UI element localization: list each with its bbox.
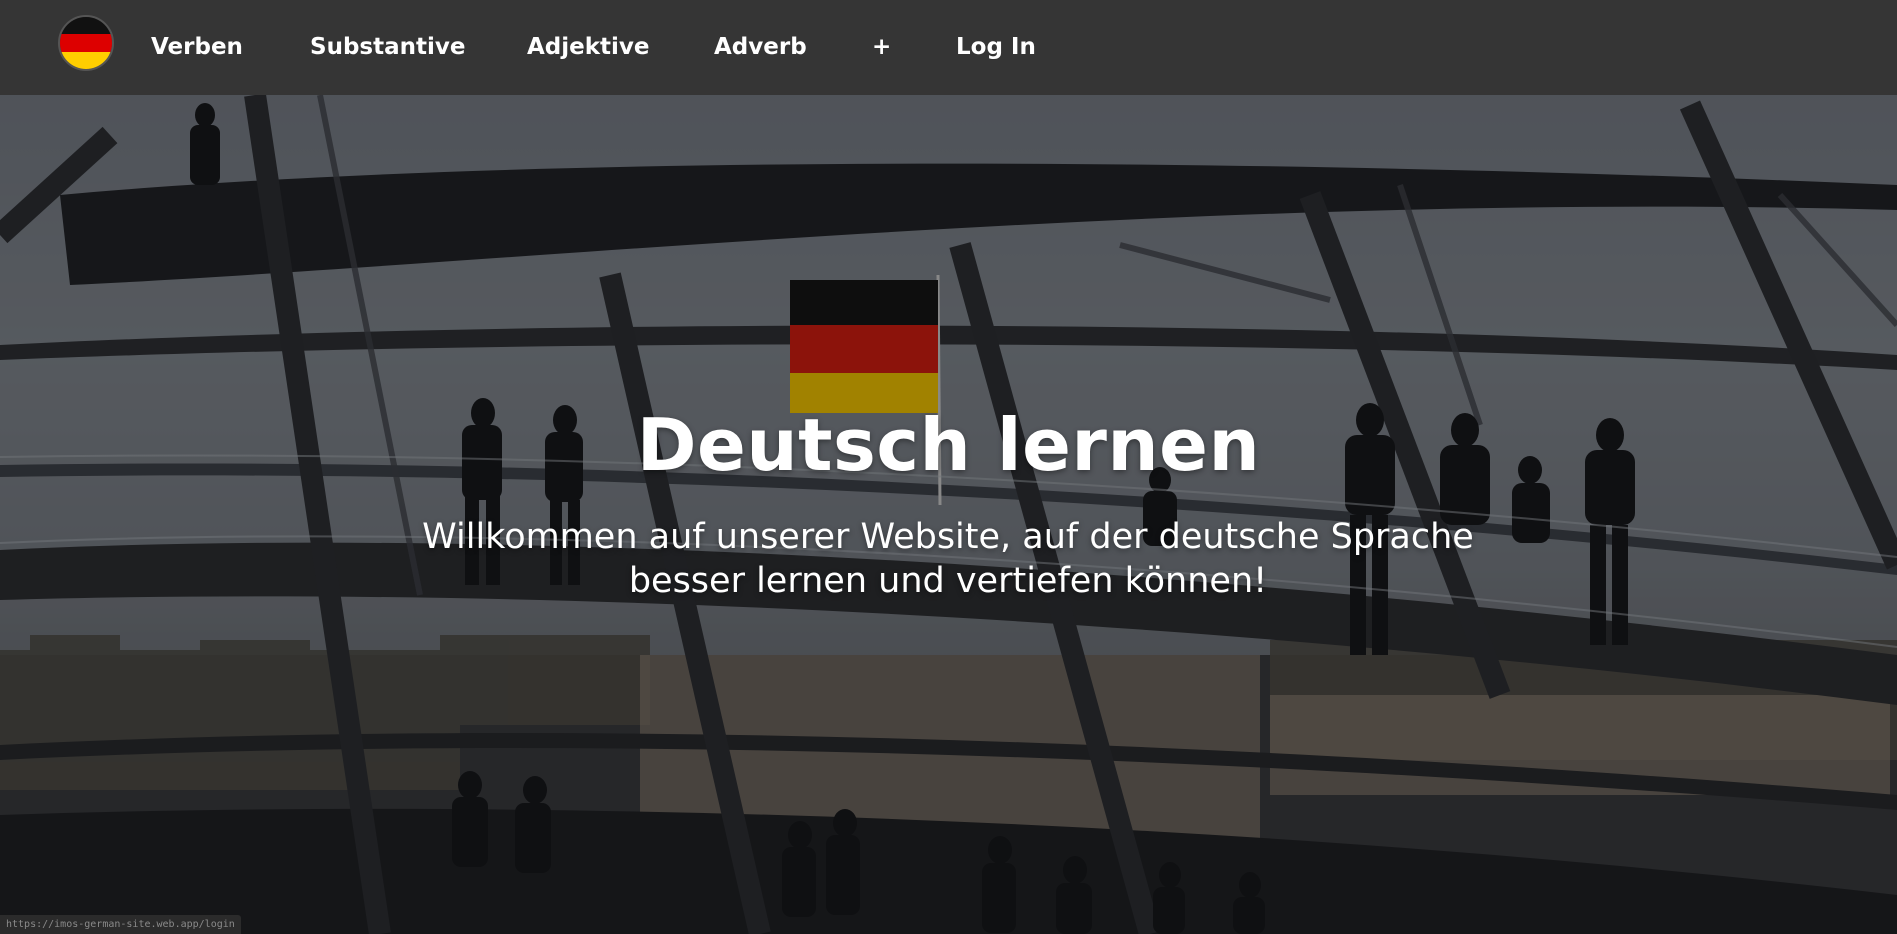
nav-adverb[interactable]: Adverb — [714, 32, 807, 62]
top-navbar: Verben Substantive Adjektive Adverb + Lo… — [0, 0, 1897, 95]
hero-title: Deutsch lernen — [636, 403, 1261, 487]
hero-subtitle-line-1: Willkommen auf unserer Website, auf der … — [422, 517, 1474, 557]
hero-subtitle: Willkommen auf unserer Website, auf der … — [398, 515, 1498, 603]
status-bar-url: https://imos-german-site.web.app/login — [0, 915, 241, 934]
nav-plus[interactable]: + — [872, 32, 891, 62]
nav-verben[interactable]: Verben — [151, 32, 243, 62]
nav-adjektive[interactable]: Adjektive — [527, 32, 650, 62]
nav-substantive[interactable]: Substantive — [310, 32, 465, 62]
nav-login[interactable]: Log In — [956, 32, 1036, 62]
german-flag-icon[interactable] — [58, 15, 114, 71]
hero-subtitle-line-2: besser lernen und vertiefen können! — [628, 561, 1268, 601]
hero-section: Deutsch lernen Willkommen auf unserer We… — [0, 95, 1897, 934]
